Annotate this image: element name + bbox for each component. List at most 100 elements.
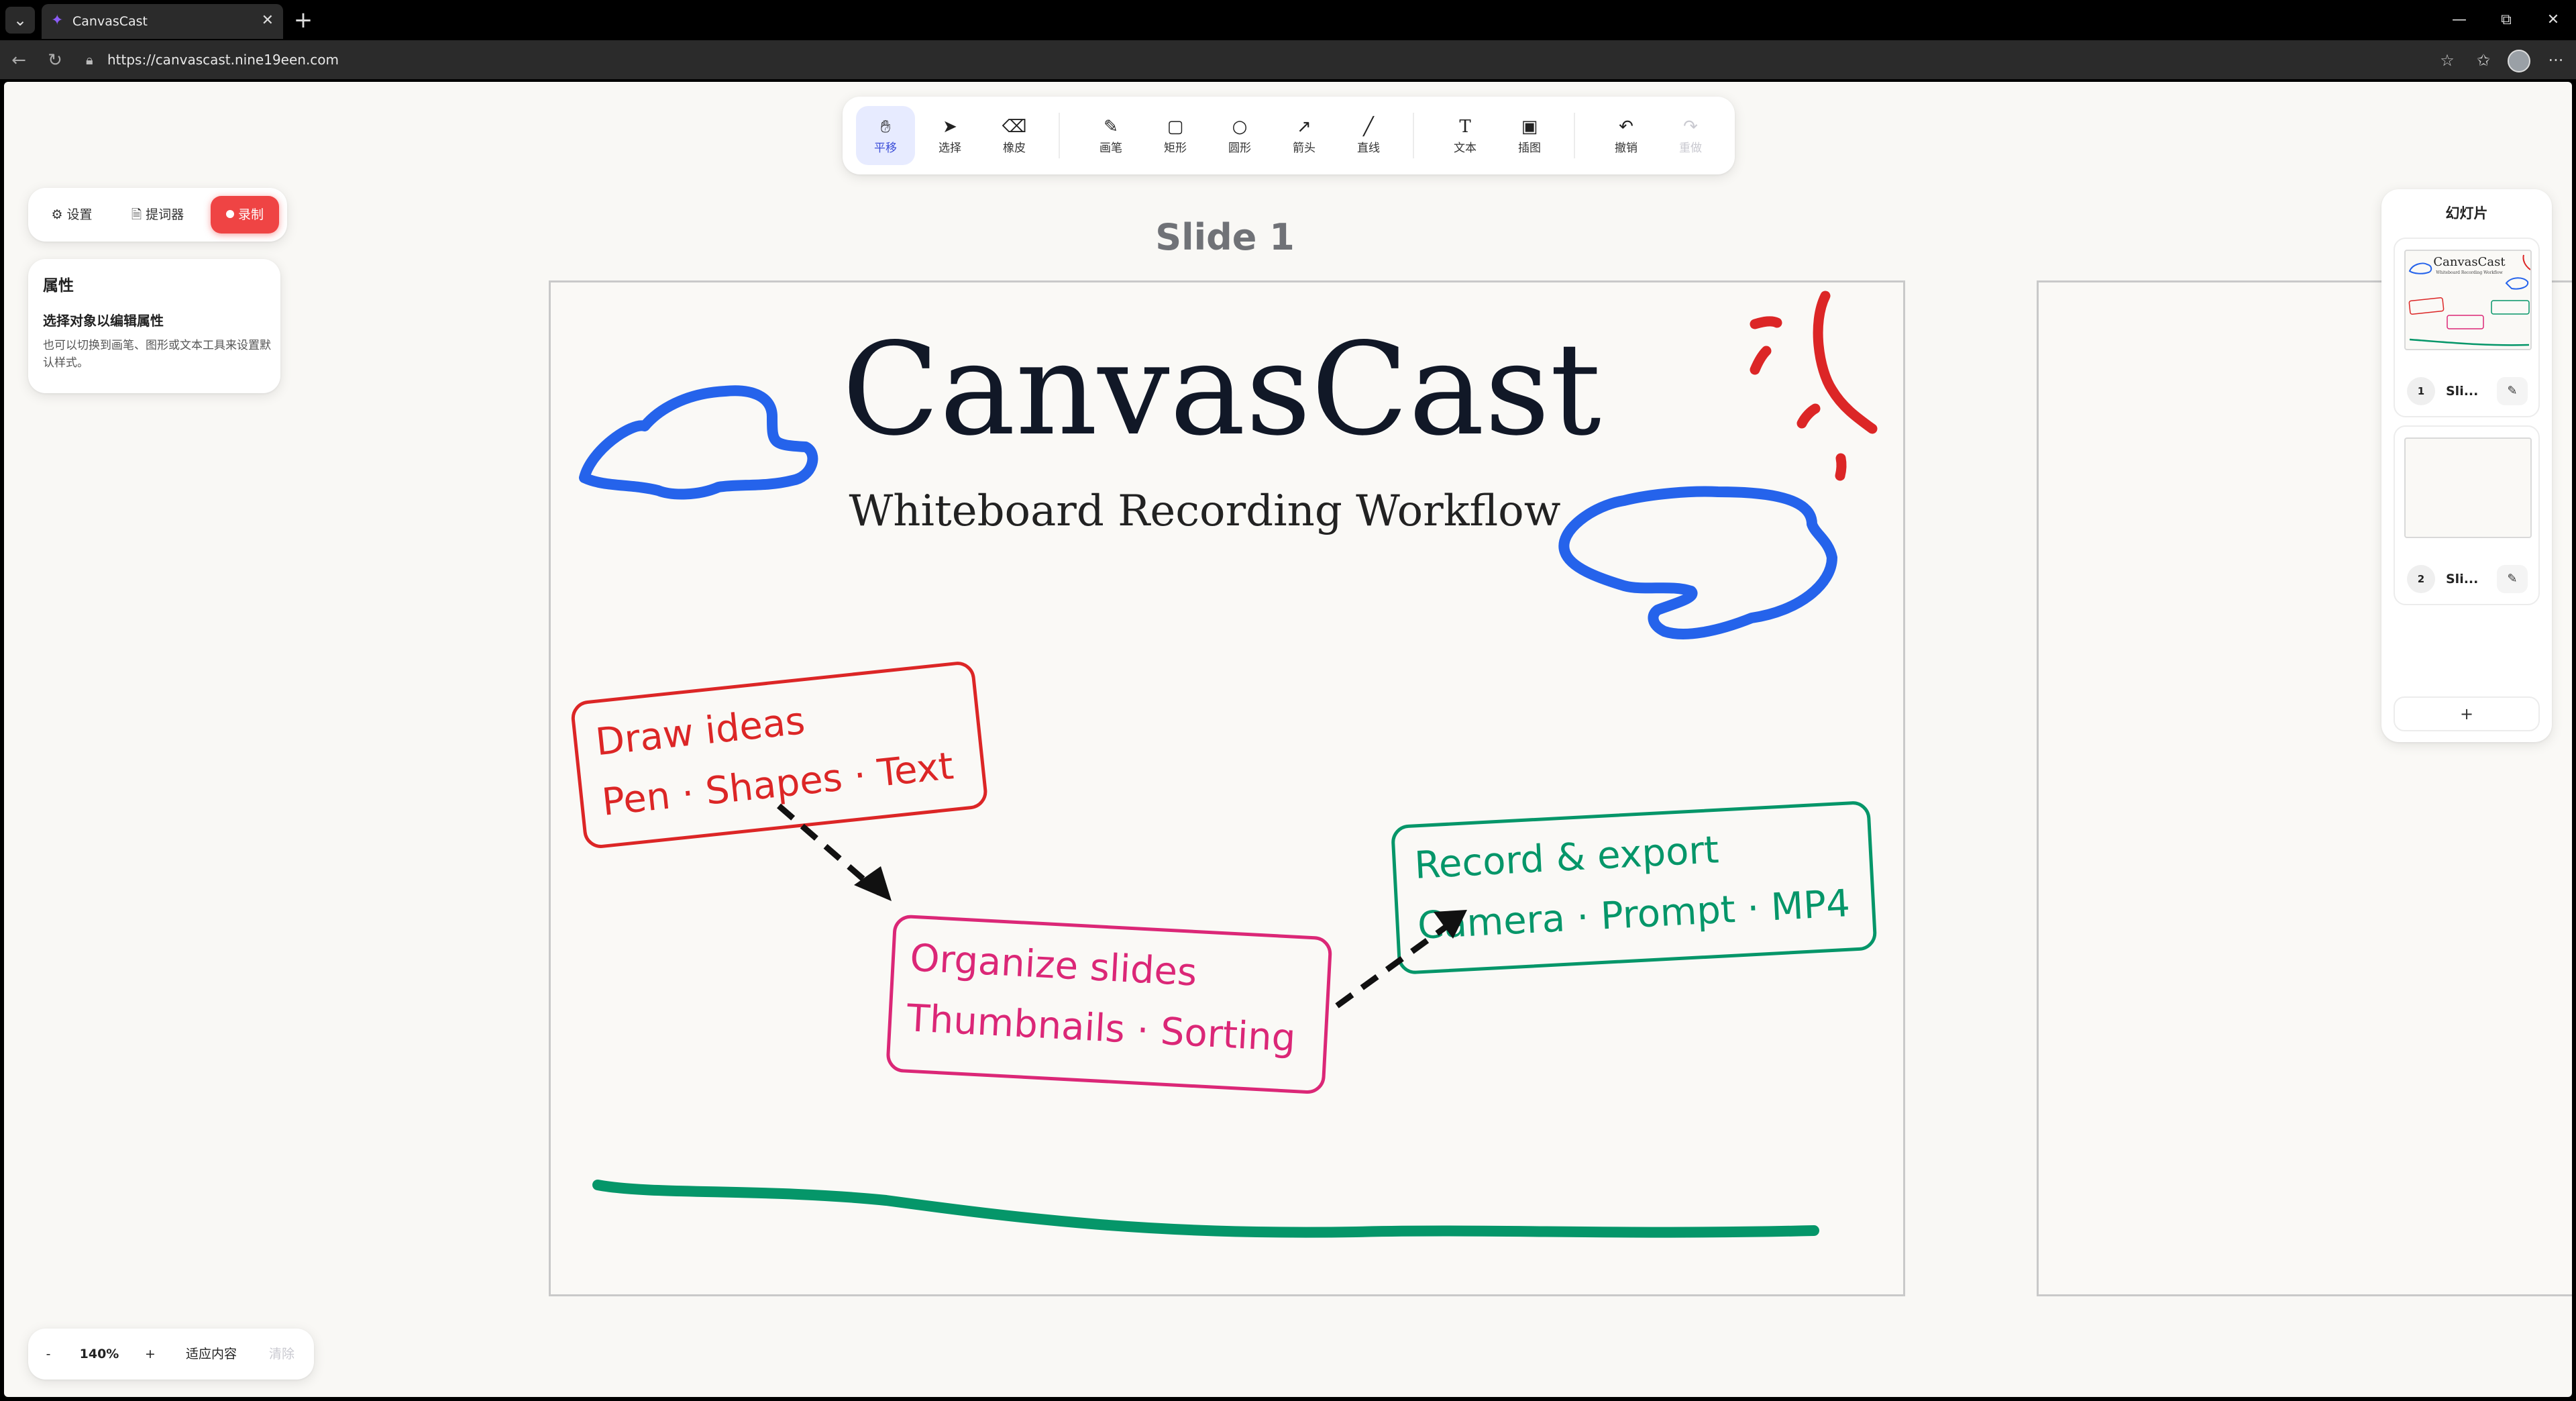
add-slide-button[interactable]: +: [2394, 696, 2540, 731]
tool-undo[interactable]: ↶ 撤销: [1597, 106, 1656, 165]
more-icon[interactable]: ···: [2542, 47, 2569, 74]
ellipse-icon: ○: [1232, 117, 1248, 137]
slide-title: Slide 1: [1155, 216, 1295, 258]
thumb-subtitle: Whiteboard Recording Workflow: [2436, 270, 2503, 275]
tool-pan[interactable]: ✋︎ 平移: [856, 106, 915, 165]
green-underline: [592, 1180, 1819, 1238]
thumb-red: [2522, 254, 2530, 270]
pen-icon: ✎: [1104, 117, 1118, 137]
tool-select-label: 选择: [938, 142, 961, 155]
settings-button[interactable]: ⚙ 设置: [36, 196, 107, 234]
properties-panel: 属性 选择对象以编辑属性 也可以切换到画笔、图形或文本工具来设置默认样式。: [28, 259, 280, 393]
reload-icon[interactable]: ↻: [42, 47, 68, 74]
image-icon: ▣: [1521, 117, 1538, 137]
slide-drawing: CanvasCast Whiteboard Recording Workflow…: [571, 291, 1878, 1238]
tab-title: CanvasCast: [72, 14, 148, 29]
box-record-export-line2: Camera · Prompt · MP4: [1417, 882, 1851, 948]
tool-arrow[interactable]: ↗ 箭头: [1275, 106, 1334, 165]
tool-pan-label: 平移: [874, 142, 897, 155]
tool-pen[interactable]: ✎ 画笔: [1081, 106, 1140, 165]
cursor-icon: ➤: [943, 117, 957, 137]
fit-content-button[interactable]: 适应内容: [170, 1335, 252, 1373]
url-text: https://canvascast.nine19een.com: [107, 52, 339, 68]
redo-icon: ↷: [1683, 117, 1698, 137]
slide-thumbnail-1-drawing: CanvasCast Whiteboard Recording Workflow: [2408, 254, 2530, 346]
favorites-icon[interactable]: ✩: [2470, 47, 2497, 74]
thumb-blue-left: [2408, 262, 2432, 274]
tool-rectangle[interactable]: ▢ 矩形: [1146, 106, 1205, 165]
red-stroke-small: [1750, 346, 1772, 375]
box-organize-slides-line2: Thumbnails · Sorting: [905, 996, 1297, 1060]
properties-hint: 也可以切换到画笔、图形或文本工具来设置默认样式。: [43, 339, 271, 370]
thumb-green-line: [2409, 338, 2530, 346]
hand-icon: ✋︎: [880, 117, 891, 137]
tool-eraser[interactable]: ⌫ 橡皮: [985, 106, 1044, 165]
zoom-in-button[interactable]: +: [136, 1335, 165, 1373]
minimize-icon[interactable]: —: [2439, 7, 2479, 34]
record-button[interactable]: 录制: [211, 196, 279, 234]
tool-select[interactable]: ➤ 选择: [920, 106, 979, 165]
top-left-controls: ⚙ 设置 🗎︎ 提词器 录制: [28, 188, 287, 242]
thumb-box-pink: [2447, 315, 2484, 329]
thumb-blue-right: [2505, 277, 2529, 290]
properties-subtitle: 选择对象以编辑属性: [43, 313, 164, 329]
text-icon: T: [1459, 117, 1471, 137]
rectangle-icon: ▢: [1167, 117, 1184, 137]
slides-panel-title: 幻灯片: [2445, 205, 2488, 221]
slide-name: Sli...: [2446, 384, 2479, 399]
new-tab-plus-icon[interactable]: +: [290, 7, 317, 34]
zoom-out-button[interactable]: -: [34, 1335, 63, 1373]
thumb-box-red: [2408, 297, 2445, 315]
arrowhead-1: [854, 866, 892, 901]
toolbar-divider: [1059, 113, 1060, 158]
slide-canvas[interactable]: CanvasCast Whiteboard Recording Workflow…: [549, 280, 1905, 1296]
slides-panel: 幻灯片 CanvasCast Whiteboard Recording Work…: [2381, 189, 2552, 742]
tool-line[interactable]: ╱ 直线: [1339, 106, 1398, 165]
rename-slide-pencil-icon[interactable]: ✎: [2497, 377, 2528, 405]
toolbar-divider: [1574, 113, 1575, 158]
line-icon: ╱: [1363, 117, 1374, 137]
thumb-box-green: [2491, 300, 2530, 315]
tool-ellipse[interactable]: ○ 圆形: [1210, 106, 1269, 165]
window-close-icon[interactable]: ✕: [2533, 7, 2573, 34]
record-dot-icon: [225, 210, 234, 218]
eraser-icon: ⌫: [1002, 117, 1027, 137]
box-draw-ideas-line1: Draw ideas: [594, 699, 807, 764]
slide-thumbnail-1[interactable]: CanvasCast Whiteboard Recording Workflow…: [2394, 238, 2540, 417]
tool-ellipse-label: 圆形: [1228, 142, 1251, 155]
red-stroke-small: [1750, 316, 1782, 329]
tool-line-label: 直线: [1357, 142, 1380, 155]
canvas-title: CanvasCast: [842, 315, 1601, 464]
tool-arrow-label: 箭头: [1293, 142, 1316, 155]
slide-thumbnail-2[interactable]: 2 Sli... ✎: [2394, 425, 2540, 605]
tool-eraser-label: 橡皮: [1003, 142, 1026, 155]
record-label: 录制: [237, 207, 264, 222]
browser-tab[interactable]: ✦ CanvasCast ✕: [42, 4, 283, 39]
tool-image[interactable]: ▣ 插图: [1500, 106, 1559, 165]
undo-icon: ↶: [1619, 117, 1633, 137]
canvas-subtitle: Whiteboard Recording Workflow: [849, 486, 1561, 536]
gear-icon: ⚙: [51, 207, 67, 222]
tab-close-icon[interactable]: ✕: [262, 12, 274, 30]
box-organize-slides-line1: Organize slides: [909, 936, 1198, 994]
tab-menu-chevron-down-icon[interactable]: ⌄: [5, 7, 35, 34]
back-arrow-icon[interactable]: ←: [5, 47, 32, 74]
prompter-label: 提词器: [146, 207, 184, 222]
blue-scribble-left: [579, 385, 818, 500]
lock-icon: 🔒︎: [86, 52, 93, 68]
tool-redo-label: 重做: [1679, 142, 1702, 155]
star-icon[interactable]: ☆: [2434, 47, 2461, 74]
profile-avatar[interactable]: [2508, 50, 2530, 72]
prompter-button[interactable]: 🗎︎ 提词器: [114, 196, 201, 234]
url-field[interactable]: 🔒︎ https://canvascast.nine19een.com: [80, 46, 2402, 74]
tool-redo[interactable]: ↷ 重做: [1661, 106, 1720, 165]
tool-pen-label: 画笔: [1099, 142, 1122, 155]
tool-text[interactable]: T 文本: [1436, 106, 1495, 165]
restore-icon[interactable]: ⧉: [2486, 7, 2526, 34]
browser-tab-bar: ⌄ ✦ CanvasCast ✕ + — ⧉ ✕: [0, 0, 2576, 40]
thumb-title: CanvasCast: [2433, 255, 2506, 269]
settings-label: 设置: [66, 207, 93, 222]
clear-button[interactable]: 清除: [256, 1335, 307, 1373]
rename-slide-pencil-icon[interactable]: ✎: [2497, 565, 2528, 593]
drawing-toolbar: ✋︎ 平移 ➤ 选择 ⌫ 橡皮 ✎ 画笔 ▢ 矩形 ○ 圆形 ↗ 箭头 ╱ 直线…: [843, 97, 1735, 174]
